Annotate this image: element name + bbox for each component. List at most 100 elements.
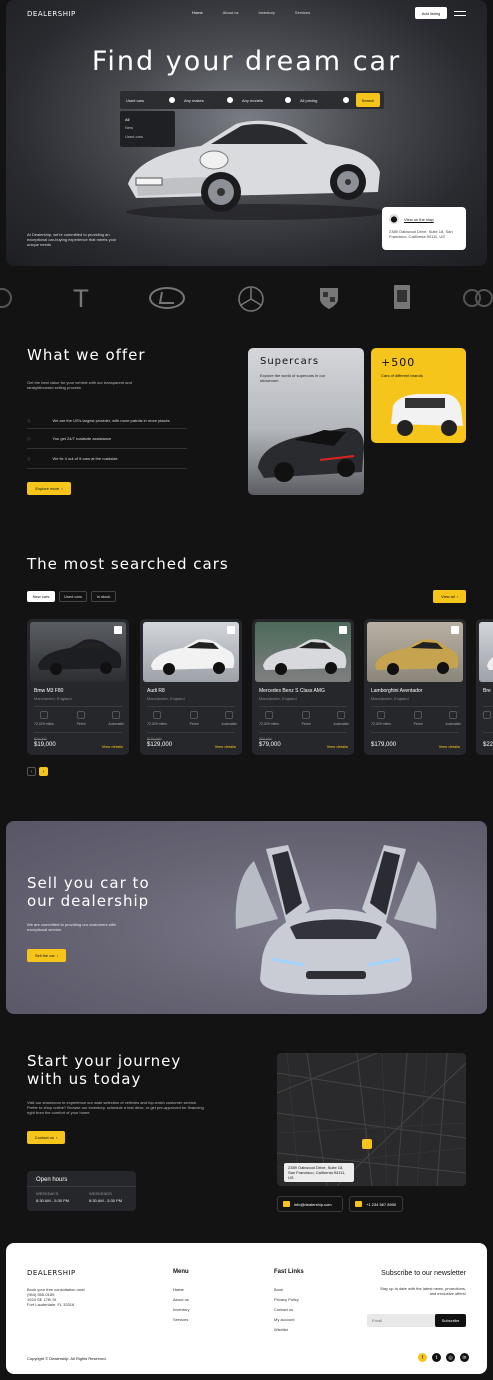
car-card[interactable]: Mercedes Benz S Class AMG Manchester, En…	[252, 619, 354, 755]
car-photo	[30, 622, 126, 682]
divider	[27, 1186, 136, 1187]
location-map[interactable]: 2389 Oakwood Drive, Suite 18, San Franci…	[277, 1053, 466, 1186]
footer-menu-services[interactable]: Services	[173, 1315, 189, 1325]
car-price: $22,	[483, 742, 493, 748]
car-mileage: 72,029 miles	[371, 722, 391, 726]
car-mileage: 72,029 miles	[147, 722, 167, 726]
social-links: f t ◎ in	[418, 1353, 469, 1362]
car-image	[263, 639, 347, 675]
sell-title-line1: Sell you car to	[27, 874, 150, 892]
mileage-icon	[39, 711, 48, 719]
filter-model[interactable]: Any models	[238, 93, 295, 107]
nav-about[interactable]: About us	[223, 10, 239, 15]
offer-list: ◎ We are the US's largest provider, with …	[27, 412, 187, 469]
offer-list-item: ◎ We are the US's largest provider, with …	[27, 412, 187, 429]
view-map-link[interactable]: View on the map	[404, 217, 434, 222]
car-name: Bmw M3 F80	[34, 688, 64, 694]
dropdown-option-used[interactable]: Used cars	[125, 131, 170, 143]
search-button[interactable]: Search	[356, 93, 380, 107]
divider	[34, 732, 122, 733]
mileage-icon	[483, 711, 491, 719]
mclaren-car-image	[235, 845, 437, 995]
footer-menu-inventory[interactable]: Inventory	[173, 1305, 189, 1315]
mail-icon	[283, 1201, 290, 1207]
view-all-button[interactable]: View all ›	[433, 590, 466, 603]
footer-link-contact[interactable]: Contact us	[274, 1305, 299, 1315]
divider	[147, 732, 235, 733]
nav-inventory[interactable]: Inventory	[258, 10, 274, 15]
weekdays-label: WEEKDAYS	[36, 1191, 59, 1196]
nav-services[interactable]: Services	[295, 10, 310, 15]
footer-link-book[interactable]: Book	[274, 1285, 299, 1295]
check-icon: ◎	[27, 436, 31, 441]
facebook-icon[interactable]: f	[418, 1353, 427, 1362]
dropdown-option-all[interactable]: All	[125, 115, 170, 125]
filter-condition[interactable]: Used cars	[122, 93, 179, 107]
car-specs: 72,029 miles Petrol Automatic	[259, 711, 349, 726]
car-location: Manchester, England	[259, 696, 297, 701]
linkedin-icon[interactable]: in	[460, 1353, 469, 1362]
footer-links: Book Privacy Policy Contact us My accoun…	[274, 1285, 299, 1335]
car-card[interactable]: Bmw M3 F80 Manchester, England 72,029 mi…	[27, 619, 129, 755]
email-input[interactable]: Email	[372, 1318, 382, 1323]
car-card[interactable]: Audi R8 Manchester, England 72,029 miles…	[140, 619, 242, 755]
view-details-link[interactable]: View details	[215, 744, 236, 749]
subscribe-button[interactable]: Subscribe	[435, 1314, 466, 1327]
car-image	[38, 639, 122, 675]
footer-brand-logo[interactable]: DEALERSHIP	[27, 1269, 76, 1277]
car-card[interactable]: Lamborghini Aventador Manchester, Englan…	[364, 619, 466, 755]
location-card: ⬤ View on the map 2389 Oakwood Drive, Su…	[382, 207, 466, 250]
offer-item-text: You get 24/7 roadside assistance	[52, 436, 112, 441]
sell-section: Sell you car to our dealership We are co…	[6, 821, 487, 1014]
email-contact[interactable]: info@dealership.com	[277, 1196, 343, 1212]
arrow-right-icon: ›	[56, 953, 59, 958]
tab-new-cars[interactable]: New cars	[27, 591, 55, 602]
bookmark-icon[interactable]	[451, 626, 459, 634]
filter-pricing[interactable]: All pricing	[296, 93, 353, 107]
tab-in-stock[interactable]: In stock	[91, 591, 116, 602]
sell-car-button[interactable]: Sell the car ›	[27, 949, 66, 962]
offer-item-text: We fix 4 out of 5 cars at the roadside	[52, 456, 118, 461]
sell-title: Sell you car to our dealership	[27, 874, 150, 910]
car-specs: 72,029 miles Petrol Automatic	[371, 711, 461, 726]
bookmark-icon[interactable]	[227, 626, 235, 634]
instagram-icon[interactable]: ◎	[446, 1353, 455, 1362]
arrow-right-icon: ›	[61, 486, 63, 491]
phone-contact[interactable]: +1 234 567 8900	[349, 1196, 403, 1212]
footer-menu-home[interactable]: Home	[173, 1285, 189, 1295]
prev-page-button[interactable]: ‹	[27, 767, 36, 776]
menu-icon[interactable]	[454, 11, 466, 16]
tab-used-cars[interactable]: Used cars	[59, 591, 87, 602]
brand-logo[interactable]: DEALERSHIP	[27, 10, 76, 18]
filter-make[interactable]: Any makes	[180, 93, 237, 107]
supercar-image	[258, 427, 364, 482]
nav-home[interactable]: Home	[192, 10, 203, 15]
add-listing-button[interactable]: Add listing	[415, 7, 447, 19]
view-details-link[interactable]: View details	[102, 744, 123, 749]
explore-more-button[interactable]: Explore more ›	[27, 482, 71, 495]
footer-menu-about[interactable]: About us	[173, 1295, 189, 1305]
next-page-button[interactable]: ›	[39, 767, 48, 776]
mileage-icon	[264, 711, 273, 719]
car-card[interactable]: Bre $22,	[476, 619, 493, 755]
view-details-link[interactable]: View details	[439, 744, 460, 749]
car-image	[151, 639, 235, 675]
divider	[483, 706, 493, 707]
car-mileage: 72,029 miles	[259, 722, 279, 726]
footer-link-wishlist[interactable]: Wishlist	[274, 1325, 299, 1335]
supercars-card[interactable]: Supercars Explore the world of supercars…	[248, 348, 364, 495]
arrow-right-icon: ›	[456, 594, 459, 599]
view-details-link[interactable]: View details	[327, 744, 348, 749]
bookmark-icon[interactable]	[339, 626, 347, 634]
twitter-icon[interactable]: t	[432, 1353, 441, 1362]
footer-link-account[interactable]: My account	[274, 1315, 299, 1325]
condition-dropdown: All New Used cars	[120, 111, 175, 147]
car-specs: 72,029 miles Petrol Automatic	[147, 711, 237, 726]
map-pin-icon[interactable]	[362, 1139, 372, 1149]
car-transmission: Automatic	[221, 722, 237, 726]
journey-title: Start your journey with us today	[27, 1052, 181, 1088]
footer-link-privacy[interactable]: Privacy Policy	[274, 1295, 299, 1305]
contact-us-button[interactable]: Contact us ›	[27, 1131, 65, 1144]
fuel-icon	[190, 711, 199, 719]
bookmark-icon[interactable]	[114, 626, 122, 634]
